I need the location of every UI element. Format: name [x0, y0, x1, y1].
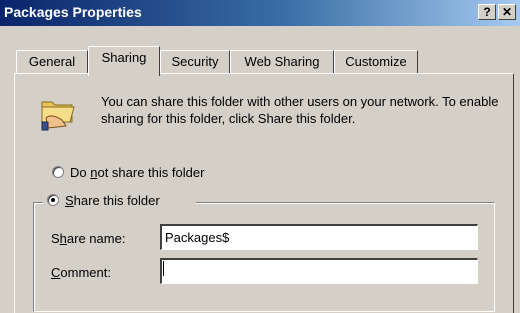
tab-security[interactable]: Security [160, 50, 230, 74]
sharing-description: You can share this folder with other use… [101, 94, 499, 126]
share-this-folder-radio[interactable] [47, 194, 59, 206]
window-title: Packages Properties [4, 4, 142, 20]
tab-sharing[interactable]: Sharing [88, 46, 160, 76]
do-not-share-label: Do not share this folder [70, 165, 205, 180]
tab-strip: General Sharing Security Web Sharing Cus… [0, 40, 520, 76]
comment-label: Comment: [51, 265, 111, 280]
share-groupbox [33, 202, 495, 312]
text-caret [163, 261, 164, 276]
do-not-share-radio[interactable] [52, 166, 64, 178]
tab-customize[interactable]: Customize [334, 50, 418, 74]
comment-input[interactable] [160, 258, 478, 284]
share-this-folder-label: Share this folder [65, 193, 160, 208]
tab-general[interactable]: General [16, 50, 88, 74]
shared-folder-icon [41, 101, 75, 131]
share-name-input[interactable] [160, 224, 478, 250]
share-name-label: Share name: [51, 231, 126, 246]
help-button[interactable]: ? [478, 4, 496, 20]
title-bar: Packages Properties ? ✕ [0, 0, 520, 26]
close-button[interactable]: ✕ [498, 4, 516, 20]
share-this-folder-option[interactable]: Share this folder [43, 192, 196, 210]
tab-web-sharing[interactable]: Web Sharing [230, 50, 334, 74]
